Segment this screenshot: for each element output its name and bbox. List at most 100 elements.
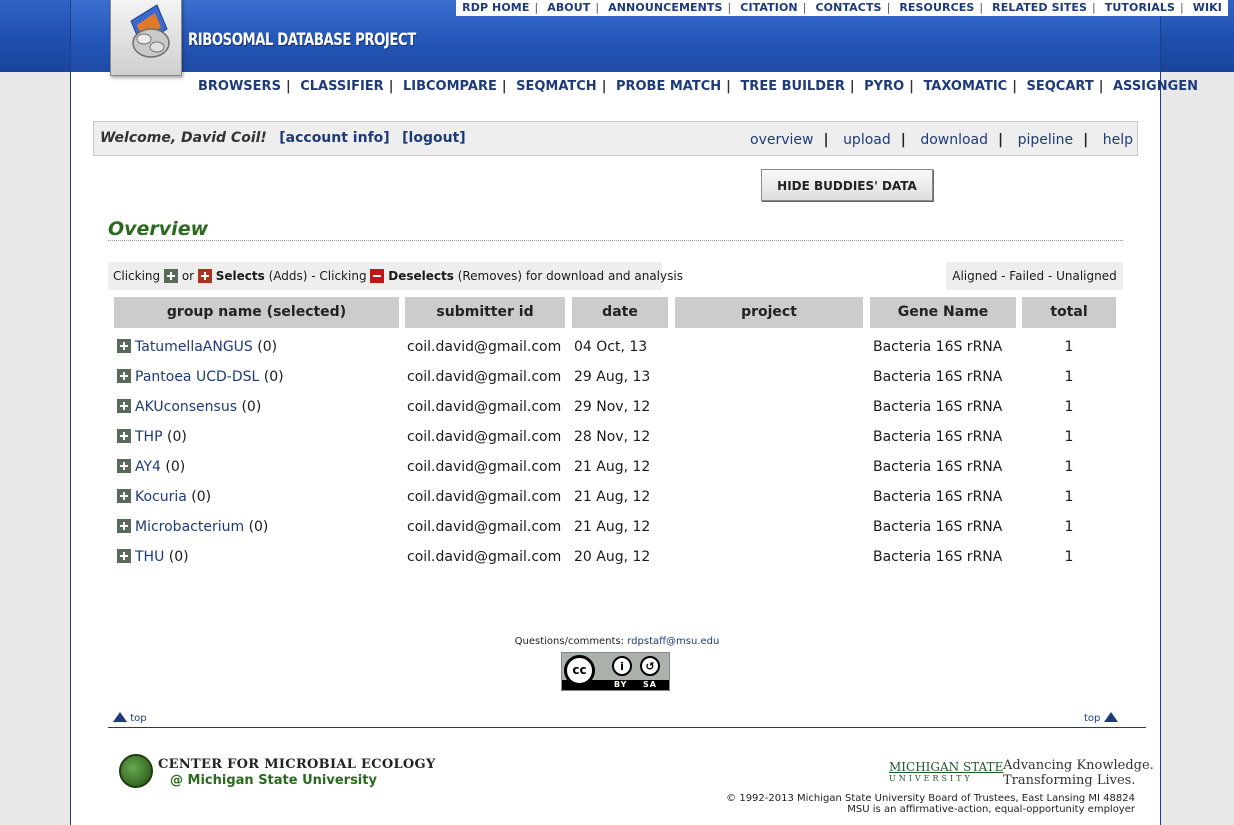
submitter-id: coil.david@gmail.com [407, 339, 562, 355]
header-submitter-id[interactable]: submitter id [405, 297, 565, 328]
select-plus-icon[interactable] [117, 519, 131, 533]
rdp-logo[interactable] [110, 0, 182, 76]
back-to-top-right[interactable]: top [1084, 712, 1118, 724]
select-plus-icon[interactable] [117, 339, 131, 353]
subnav-pipeline[interactable]: pipeline [1018, 132, 1074, 148]
site-title[interactable]: RIBOSOMAL DATABASE PROJECT [188, 30, 416, 50]
nav-libcompare[interactable]: LIBCOMPARE [403, 79, 497, 94]
account-info-link[interactable]: [account info] [279, 130, 389, 146]
header-gene-name[interactable]: Gene Name [870, 297, 1016, 328]
toplink-resources[interactable]: RESOURCES [899, 1, 974, 14]
header-group-name[interactable]: group name (selected) [114, 297, 399, 328]
group-count: (0) [241, 399, 262, 415]
cme-sub[interactable]: @ Michigan State University [170, 773, 377, 788]
submitter-id: coil.david@gmail.com [407, 459, 562, 475]
main-nav: BROWSERS | CLASSIFIER | LIBCOMPARE | SEQMAT… [198, 79, 1199, 94]
nav-taxomatic[interactable]: TAXOMATIC [923, 79, 1007, 94]
select-plus-icon[interactable] [117, 369, 131, 383]
gene-name: Bacteria 16S rRNA [873, 489, 1003, 505]
submitter-id: coil.david@gmail.com [407, 549, 562, 565]
page-title: Overview [108, 218, 209, 240]
group-count: (0) [168, 549, 189, 565]
logout-link[interactable]: [logout] [402, 130, 466, 146]
total: 1 [1064, 399, 1074, 415]
total: 1 [1064, 519, 1074, 535]
cc-license-badge[interactable]: cc i ↺ BY SA [561, 652, 670, 691]
nav-pyro[interactable]: PYRO [864, 79, 904, 94]
cme-name[interactable]: CENTER FOR MICROBIAL ECOLOGY [158, 757, 436, 772]
submitter-id: coil.david@gmail.com [407, 519, 562, 535]
plus-red-icon [197, 269, 212, 283]
subnav-download[interactable]: download [920, 132, 988, 148]
nav-seqcart[interactable]: SEQCART [1027, 79, 1094, 94]
legend-clicking: Clicking [113, 269, 161, 283]
welcome-greeting: Welcome, David Coil! [100, 130, 267, 146]
toplink-wiki[interactable]: WIKI [1193, 1, 1222, 14]
welcome-bar: Welcome, David Coil! [account info] [log… [93, 121, 1138, 156]
nav-classifier[interactable]: CLASSIFIER [300, 79, 383, 94]
table-row: THU (0) coil.david@gmail.com 20 Aug, 12 … [0, 542, 1234, 572]
minus-icon [370, 269, 385, 283]
group-count: (0) [263, 369, 284, 385]
group-count: (0) [166, 429, 187, 445]
nav-assigngen[interactable]: ASSIGNGEN [1113, 79, 1198, 94]
legend-or: or [181, 269, 195, 283]
footer-divider [108, 727, 1146, 728]
date: 28 Nov, 12 [574, 429, 651, 445]
group-name-link[interactable]: THU [135, 549, 164, 565]
select-plus-icon[interactable] [117, 549, 131, 563]
nav-tree-builder[interactable]: TREE BUILDER [740, 79, 844, 94]
toplink-about[interactable]: ABOUT [547, 1, 590, 14]
by-icon: i [612, 656, 632, 676]
group-name-link[interactable]: Microbacterium [135, 519, 244, 535]
toplink-rdp-home[interactable]: RDP HOME [462, 1, 529, 14]
table-row: Pantoea UCD-DSL (0) coil.david@gmail.com… [0, 362, 1234, 392]
total: 1 [1064, 489, 1074, 505]
date: 21 Aug, 12 [574, 459, 651, 475]
total: 1 [1064, 369, 1074, 385]
select-plus-icon[interactable] [117, 399, 131, 413]
welcome-area: Welcome, David Coil! [account info] [log… [100, 130, 466, 146]
table-row: Kocuria (0) coil.david@gmail.com 21 Aug,… [0, 482, 1234, 512]
toplink-contacts[interactable]: CONTACTS [815, 1, 881, 14]
date: 20 Aug, 12 [574, 549, 651, 565]
legend-selects: Selects [215, 269, 265, 283]
toplink-related-sites[interactable]: RELATED SITES [992, 1, 1087, 14]
toplink-announcements[interactable]: ANNOUNCEMENTS [608, 1, 722, 14]
group-name-link[interactable]: Kocuria [135, 489, 187, 505]
submitter-id: coil.david@gmail.com [407, 489, 562, 505]
header-date[interactable]: date [572, 297, 668, 328]
group-name-link[interactable]: AKUconsensus [135, 399, 237, 415]
top-links: RDP HOME | ABOUT | ANNOUNCEMENTS | CITATION… [456, 0, 1228, 16]
group-name-link[interactable]: Pantoea UCD-DSL [135, 369, 259, 385]
msu-name[interactable]: MICHIGAN STATE [889, 760, 1003, 774]
date: 21 Aug, 12 [574, 489, 651, 505]
select-plus-icon[interactable] [117, 429, 131, 443]
table-row: THP (0) coil.david@gmail.com 28 Nov, 12 … [0, 422, 1234, 452]
nav-browsers[interactable]: BROWSERS [198, 79, 281, 94]
select-plus-icon[interactable] [117, 489, 131, 503]
group-name-link[interactable]: TatumellaANGUS [135, 339, 253, 355]
subnav-overview[interactable]: overview [750, 132, 813, 148]
selection-legend: Clicking or Selects (Adds) - Clicking De… [108, 262, 683, 290]
sa-icon: ↺ [640, 656, 660, 676]
group-name-link[interactable]: AY4 [135, 459, 161, 475]
header-project[interactable]: project [675, 297, 863, 328]
contact-email-link[interactable]: rdpstaff@msu.edu [627, 636, 719, 647]
select-plus-icon[interactable] [117, 459, 131, 473]
nav-probe-match[interactable]: PROBE MATCH [616, 79, 721, 94]
copyright: © 1992-2013 Michigan State University Bo… [726, 793, 1135, 815]
gene-name: Bacteria 16S rRNA [873, 519, 1003, 535]
nav-seqmatch[interactable]: SEQMATCH [516, 79, 597, 94]
group-name-link[interactable]: THP [135, 429, 163, 445]
back-to-top-left[interactable]: top [113, 712, 147, 724]
submitter-id: coil.david@gmail.com [407, 399, 562, 415]
msu-sub: UNIVERSITY [889, 774, 973, 783]
toplink-tutorials[interactable]: TUTORIALS [1105, 1, 1175, 14]
header-total[interactable]: total [1022, 297, 1116, 328]
toplink-citation[interactable]: CITATION [740, 1, 797, 14]
table-row: AY4 (0) coil.david@gmail.com 21 Aug, 12 … [0, 452, 1234, 482]
hide-buddies-data-button[interactable]: HIDE BUDDIES' DATA [761, 169, 933, 201]
subnav-upload[interactable]: upload [843, 132, 891, 148]
subnav-help[interactable]: help [1103, 132, 1133, 148]
